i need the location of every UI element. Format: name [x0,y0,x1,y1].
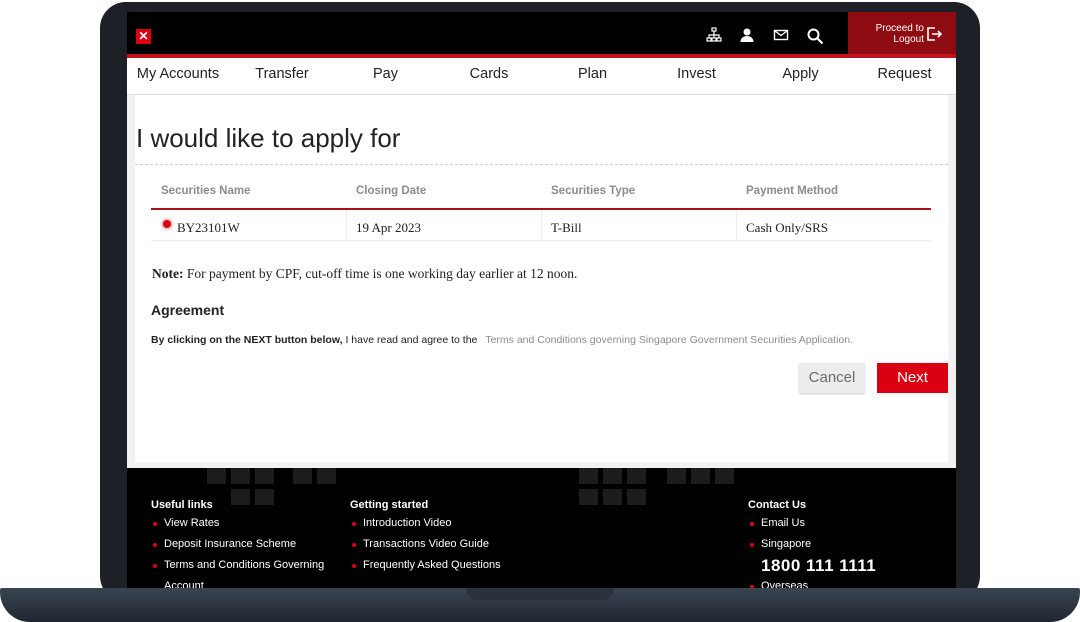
note-text: For payment by CPF, cut-off time is one … [186,266,578,281]
column-header-closing-date: Closing Date [356,185,427,197]
footer-pattern-tile [691,468,710,484]
nav-item-pay[interactable]: Pay [334,58,437,94]
link-faq[interactable]: Frequently Asked Questions [352,559,501,571]
agreement-text: By clicking on the NEXT button below, I … [151,334,853,346]
cell-securities-type: T-Bill [551,220,582,235]
title-divider [135,164,948,165]
profile-icon[interactable] [738,27,756,45]
logout-label-line1: Proceed to [875,23,924,34]
footer-pattern-tile [667,468,686,484]
cpf-note: Note: For payment by CPF, cut-off time i… [152,266,577,282]
footer-pattern-tile [317,468,336,484]
footer-pattern-tile [579,489,598,505]
cell-payment-method: Cash Only/SRS [746,220,828,235]
useful-links-title: Useful links [151,499,213,511]
nav-item-invest[interactable]: Invest [645,58,748,94]
agreement-bold: By clicking on the NEXT button below, [151,334,343,346]
footer-pattern-tile [293,468,312,484]
cancel-button[interactable]: Cancel [799,363,865,393]
link-email-us[interactable]: Email Us [749,517,805,529]
nav-item-my-accounts[interactable]: My Accounts [127,58,229,94]
logout-label-line2: Logout [893,34,924,45]
footer-pattern-tile [231,468,250,484]
footer-pattern-tile [603,489,622,505]
contact-phone-number[interactable]: 1800 111 1111 [761,556,876,576]
nav-item-cards[interactable]: Cards [438,58,540,94]
footer-pattern-tile [207,468,226,484]
logout-icon [926,26,943,42]
column-header-payment-method: Payment Method [746,185,839,197]
terms-link[interactable]: Terms and Conditions governing Singapore… [485,334,853,346]
column-divider [346,210,347,240]
footer-pattern-tile [627,489,646,505]
page-title: I would like to apply for [136,123,401,153]
laptop-base [0,588,1080,622]
table-row[interactable]: BY23101W 19 Apr 2023 T-Bill Cash Only/SR… [151,210,931,241]
nav-item-request[interactable]: Request [853,58,956,94]
column-divider [736,210,737,240]
search-icon[interactable] [806,27,824,45]
footer-pattern-tile [255,489,274,505]
logout-button[interactable]: Proceed to Logout [848,12,956,54]
footer-pattern-tile [627,468,646,484]
column-header-securities-type: Securities Type [551,185,636,197]
link-introduction-video[interactable]: Introduction Video [351,517,451,529]
cell-securities-name: BY23101W [177,220,240,235]
footer-pattern-tile [715,468,734,484]
top-bar: ✕ Proceed to Logout [127,12,956,58]
getting-started-title: Getting started [350,499,429,511]
link-terms-conditions[interactable]: Terms and Conditions Governing [152,559,324,571]
footer-pattern-tile [255,468,274,484]
link-transactions-video[interactable]: Transactions Video Guide [352,538,489,550]
nav-item-plan[interactable]: Plan [541,58,644,94]
link-view-rates[interactable]: View Rates [152,517,219,529]
mail-icon[interactable] [772,27,790,45]
logout-label: Proceed to Logout [866,23,924,45]
sitemap-icon[interactable] [705,27,723,45]
main-nav: My Accounts Transfer Pay Cards Plan Inve… [127,58,956,95]
agreement-body: I have read and agree to the [345,334,478,346]
selected-radio[interactable] [163,220,171,228]
footer-pattern-tile [579,468,598,484]
contact-singapore-label: Singapore [749,538,812,550]
footer: Useful links View Rates Deposit Insuranc… [127,468,956,590]
nav-item-transfer[interactable]: Transfer [231,58,333,94]
footer-pattern-tile [603,468,622,484]
laptop-notch [466,588,614,600]
main-content: I would like to apply for Securities Nam… [135,95,948,462]
footer-pattern-tile [231,489,250,505]
column-header-securities-name: Securities Name [161,185,251,197]
bank-logo[interactable]: ✕ [136,29,151,44]
link-deposit-insurance[interactable]: Deposit Insurance Scheme [152,538,296,550]
agreement-title: Agreement [151,302,225,318]
next-button[interactable]: Next [877,363,948,393]
note-label: Note: [152,266,184,281]
contact-us-title: Contact Us [748,499,807,511]
nav-item-apply[interactable]: Apply [749,58,852,94]
app-screen: ✕ Proceed to Logout My Accounts Transfer… [127,12,956,590]
cell-closing-date: 19 Apr 2023 [356,220,421,235]
column-divider [541,210,542,240]
